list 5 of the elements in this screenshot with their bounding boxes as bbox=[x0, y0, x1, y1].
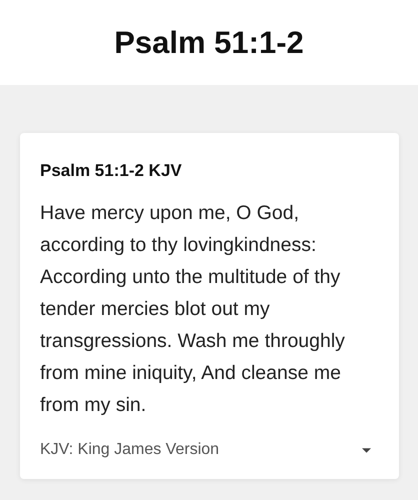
version-dropdown[interactable]: KJV: King James Version bbox=[40, 441, 379, 459]
verse-text: Have mercy upon me, O God, according to thy lovingkindness: According unto the multitude of thy tender mercies blot out my transgressions. Wash me throughly from mine iniquity, And cleanse me from my sin. bbox=[40, 201, 346, 418]
caret-icon bbox=[362, 448, 371, 452]
page-title: Psalm 51:1-2 bbox=[114, 24, 304, 60]
verse-reference: Psalm 51:1-2 KJV bbox=[40, 161, 183, 181]
